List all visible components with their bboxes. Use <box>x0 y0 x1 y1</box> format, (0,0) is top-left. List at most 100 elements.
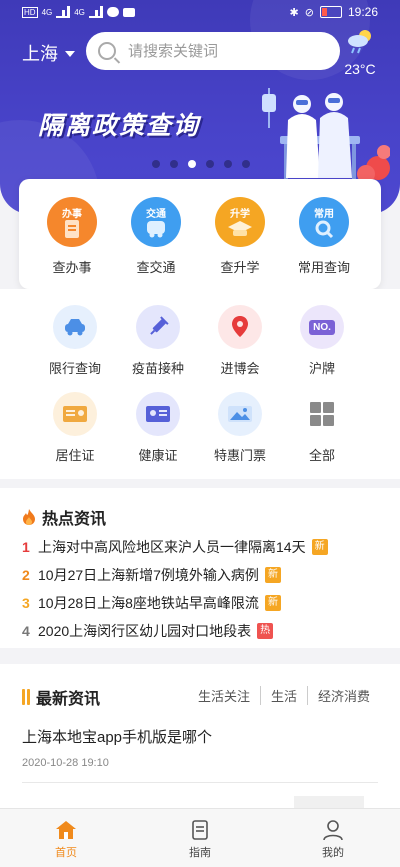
section-marker-icon <box>22 689 30 705</box>
nav-guide[interactable]: 指南 <box>165 819 235 860</box>
news-headline: 10月28日上海8座地铁站早高峰限流 <box>38 595 259 611</box>
pagination-dot[interactable] <box>224 160 232 168</box>
banner-title[interactable]: 隔离政策查询 <box>38 106 200 142</box>
service-driving-restriction[interactable]: 限行查询 <box>35 305 115 377</box>
service-discount-tickets[interactable]: 特惠门票 <box>200 392 280 464</box>
latest-news-tabs: 生活关注 生活 经济消费 <box>188 686 380 705</box>
hot-news-item[interactable]: 2 10月27日上海新增7例境外输入病例 新 <box>22 565 281 585</box>
divider <box>22 782 378 783</box>
grid-icon <box>300 392 344 436</box>
battery-icon <box>319 6 342 18</box>
search-bar[interactable] <box>86 32 340 70</box>
service-label: 进博会 <box>220 361 260 376</box>
latest-news-header: 最新资讯 <box>22 685 100 709</box>
guide-document-icon <box>192 820 208 840</box>
article-thumbnail[interactable] <box>294 796 364 808</box>
hot-news-item[interactable]: 3 10月28日上海8座地铁站早高峰限流 新 <box>22 593 281 613</box>
news-headline: 2020上海闵行区幼儿园对口地段表 <box>38 623 252 639</box>
service-expo[interactable]: 进博会 <box>200 305 280 377</box>
nav-home[interactable]: 首页 <box>31 819 101 860</box>
latest-news-title: 最新资讯 <box>36 691 101 708</box>
service-label: 常用查询 <box>297 260 350 275</box>
document-icon: 办事 <box>47 197 97 247</box>
new-badge: 新 <box>264 595 281 611</box>
hot-news-title: 热点资讯 <box>42 511 107 528</box>
hot-news-header: 热点资讯 <box>22 505 106 529</box>
banner-pagination[interactable] <box>152 160 250 168</box>
hd-indicator: HD <box>22 6 38 18</box>
service-check-school[interactable]: 升学 查升学 <box>204 197 276 276</box>
bluetooth-icon: ✱ <box>289 6 299 19</box>
status-right: ✱ ⊘ 19:26 <box>290 5 378 19</box>
service-tag: 办事 <box>62 209 82 220</box>
service-check-affairs[interactable]: 办事 查办事 <box>36 197 108 276</box>
status-bar: HD 4G 4G ✱ ⊘ 19:26 <box>0 0 400 28</box>
id-card-icon <box>53 392 97 436</box>
service-label: 限行查询 <box>48 361 101 376</box>
article-title[interactable]: 上海本地宝app手机版是哪个 <box>22 726 212 747</box>
car-icon <box>53 305 97 349</box>
hot-news-item[interactable]: 1 上海对中高风险地区来沪人员一律隔离14天 新 <box>22 537 328 557</box>
chevron-down-icon <box>65 51 75 57</box>
hot-news-item[interactable]: 4 2020上海闵行区幼儿园对口地段表 热 <box>22 621 274 641</box>
temperature: 23°C <box>344 61 376 77</box>
service-label: 健康证 <box>138 448 178 463</box>
hot-badge: 热 <box>257 623 274 639</box>
search-input[interactable] <box>126 41 330 61</box>
nav-label: 指南 <box>189 847 211 859</box>
city-selector[interactable]: 上海 <box>22 40 75 66</box>
service-label: 查办事 <box>52 260 92 275</box>
pagination-dot-active[interactable] <box>188 160 196 168</box>
service-label: 查升学 <box>220 260 260 275</box>
search-icon: 常用 <box>299 197 349 247</box>
user-icon <box>323 820 343 841</box>
message-icon <box>106 7 119 17</box>
service-common-query[interactable]: 常用 常用查询 <box>288 197 360 276</box>
service-label: 全部 <box>308 448 335 463</box>
banner-illustration[interactable] <box>240 80 390 185</box>
syringe-icon <box>136 305 180 349</box>
service-label: 特惠门票 <box>213 448 266 463</box>
status-left: HD 4G 4G <box>22 6 135 18</box>
tab-life[interactable]: 生活 <box>259 686 307 705</box>
tab-life-focus[interactable]: 生活关注 <box>188 686 260 705</box>
plate-icon: NO. <box>300 305 344 349</box>
bottom-navigation: 首页 指南 我的 <box>0 808 400 867</box>
service-check-traffic[interactable]: 交通 查交通 <box>120 197 192 276</box>
service-residence-permit[interactable]: 居住证 <box>35 392 115 464</box>
service-vaccine[interactable]: 疫苗接种 <box>118 305 198 377</box>
rank-number: 4 <box>22 623 30 639</box>
rank-number: 3 <box>22 595 30 611</box>
briefcase-icon <box>122 7 135 17</box>
search-icon <box>98 42 116 60</box>
service-health-certificate[interactable]: 健康证 <box>118 392 198 464</box>
service-license-plate[interactable]: NO. 沪牌 <box>282 305 362 377</box>
landscape-ticket-icon <box>218 392 262 436</box>
flame-icon <box>23 509 35 525</box>
new-badge: 新 <box>311 539 328 555</box>
bus-icon: 交通 <box>131 197 181 247</box>
news-headline: 10月27日上海新增7例境外输入病例 <box>38 567 259 583</box>
pagination-dot[interactable] <box>152 160 160 168</box>
cloud-rain-icon <box>348 30 371 54</box>
signal-icon <box>88 6 103 18</box>
pagination-dot[interactable] <box>206 160 214 168</box>
network-indicator: 4G <box>41 7 53 17</box>
new-badge: 新 <box>264 567 281 583</box>
signal-icon <box>56 6 71 18</box>
weather-widget[interactable]: 23°C <box>338 28 382 77</box>
top-services-card: 办事 查办事 交通 查交通 升学 查升学 常用 常用查询 <box>19 179 381 289</box>
location-pin-icon <box>218 305 262 349</box>
graduation-icon: 升学 <box>215 197 265 247</box>
service-tag: 交通 <box>146 209 166 220</box>
pagination-dot[interactable] <box>170 160 178 168</box>
network-indicator: 4G <box>74 7 85 17</box>
nav-mine[interactable]: 我的 <box>298 819 368 860</box>
pagination-dot[interactable] <box>242 160 250 168</box>
service-all[interactable]: 全部 <box>282 392 362 464</box>
health-card-icon <box>136 392 180 436</box>
tab-economy[interactable]: 经济消费 <box>306 686 380 705</box>
service-label: 居住证 <box>55 448 95 463</box>
service-label: 查交通 <box>136 260 176 275</box>
service-label: 疫苗接种 <box>131 361 184 376</box>
